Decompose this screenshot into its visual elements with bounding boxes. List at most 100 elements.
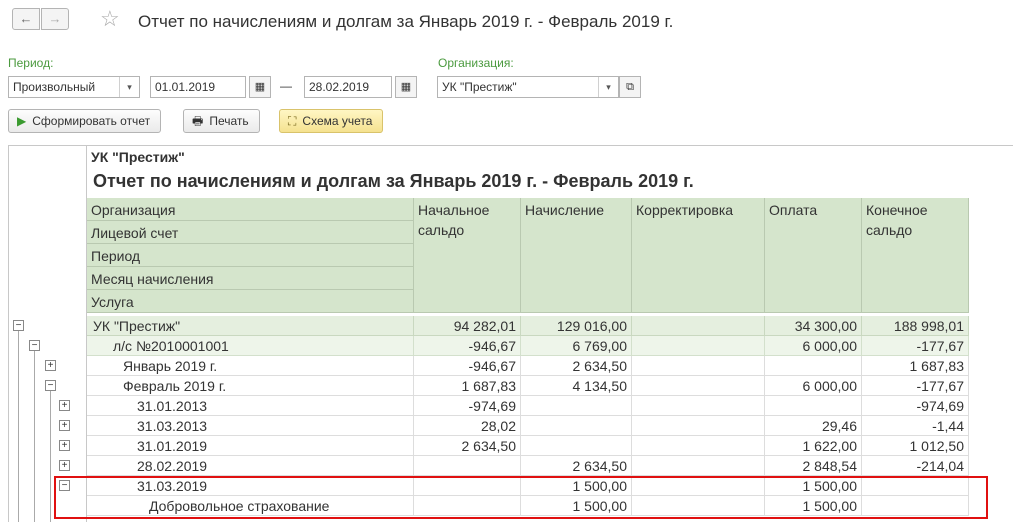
calendar-icon[interactable]: ▦: [249, 76, 271, 98]
value-cell-end: -214,04: [862, 456, 969, 476]
value-cell-payment: 34 300,00: [765, 316, 862, 336]
play-icon: ▶: [17, 114, 27, 128]
collapse-icon[interactable]: −: [29, 340, 40, 351]
value-cell-accrual: 1 500,00: [521, 476, 632, 496]
value-cell-payment: 1 622,00: [765, 436, 862, 456]
value-cell-start: [414, 476, 521, 496]
organization-label: Организация:: [438, 56, 514, 70]
organization-value: УК "Престиж": [442, 80, 517, 94]
value-cell-end: -177,67: [862, 376, 969, 396]
value-cell-accrual: [521, 396, 632, 416]
value-cell-end: -974,69: [862, 396, 969, 416]
column-header: Начальное сальдо: [414, 198, 521, 313]
value-cell-corr: [632, 476, 765, 496]
value-cell-end: 1 687,83: [862, 356, 969, 376]
period-type-select[interactable]: Произвольный ▾: [8, 76, 140, 98]
chevron-down-icon[interactable]: ▾: [119, 77, 139, 97]
tree-connector: [34, 351, 35, 522]
calendar-icon[interactable]: ▦: [395, 76, 417, 98]
value-cell-accrual: 1 500,00: [521, 496, 632, 516]
value-cell-start: 2 634,50: [414, 436, 521, 456]
collapse-icon[interactable]: −: [59, 480, 70, 491]
value-cell-corr: [632, 356, 765, 376]
table-row[interactable]: − л/с №2010001001 -946,67 6 769,00 6 000,00-…: [9, 336, 1009, 356]
generate-report-button[interactable]: ▶ Сформировать отчет: [8, 109, 162, 133]
value-cell-corr: [632, 396, 765, 416]
date-to-input[interactable]: 28.02.2019: [304, 76, 392, 98]
value-cell-payment: [765, 356, 862, 376]
grouping-header: Период: [87, 244, 414, 267]
value-cell-payment: [765, 396, 862, 416]
collapse-icon[interactable]: −: [45, 380, 56, 391]
favorite-star-icon[interactable]: ☆: [100, 7, 120, 31]
value-cell-end: -177,67: [862, 336, 969, 356]
expand-icon[interactable]: +: [59, 440, 70, 451]
value-cell-start: -946,67: [414, 336, 521, 356]
row-label: 31.01.2019: [87, 436, 414, 456]
tree-connector: [50, 391, 51, 522]
row-label: 31.01.2013: [87, 396, 414, 416]
grouping-header: Организация: [87, 198, 414, 221]
value-cell-payment: 2 848,54: [765, 456, 862, 476]
value-cell-corr: [632, 496, 765, 516]
value-cell-payment: 29,46: [765, 416, 862, 436]
forward-button[interactable]: →: [41, 8, 69, 30]
table-row[interactable]: +31.01.2019 2 634,50 1 622,00 1 012,50: [9, 436, 1009, 456]
table-row[interactable]: − 31.03.2019 1 500,00 1 500,00: [9, 476, 1009, 496]
value-cell-payment: 1 500,00: [765, 496, 862, 516]
period-label: Период:: [8, 56, 54, 70]
column-header: Начисление: [521, 198, 632, 313]
back-button[interactable]: ←: [12, 8, 40, 30]
title-bar: ← → ☆ Отчет по начислениям и долгам за Я…: [0, 0, 1013, 46]
value-cell-end: 188 998,01: [862, 316, 969, 336]
report-organization-title: УК "Престиж": [91, 149, 185, 165]
expand-icon[interactable]: +: [59, 460, 70, 471]
print-button[interactable]: 🖶 Печать: [183, 109, 260, 133]
table-row[interactable]: − УК "Престиж" 94 282,01 129 016,00 34 300,0…: [9, 316, 1009, 336]
value-cell-corr: [632, 336, 765, 356]
value-cell-accrual: [521, 436, 632, 456]
expand-icon[interactable]: +: [59, 400, 70, 411]
open-icon[interactable]: ⧉: [619, 76, 641, 98]
value-cell-accrual: 6 769,00: [521, 336, 632, 356]
value-cell-end: [862, 496, 969, 516]
value-cell-accrual: 129 016,00: [521, 316, 632, 336]
value-cell-payment: 1 500,00: [765, 476, 862, 496]
value-cell-start: 94 282,01: [414, 316, 521, 336]
row-label: Февраль 2019 г.: [87, 376, 414, 396]
table-row[interactable]: +28.02.2019 2 634,50 2 848,54 -214,04: [9, 456, 1009, 476]
row-label: 31.03.2019: [87, 476, 414, 496]
arrow-right-icon: →: [48, 11, 62, 26]
table-row[interactable]: + Январь 2019 г. -946,67 2 634,50 1 687,83: [9, 356, 1009, 376]
row-label: УК "Престиж": [87, 316, 414, 336]
column-header: Оплата: [765, 198, 862, 313]
chevron-down-icon[interactable]: ▾: [598, 77, 618, 97]
accounting-scheme-button[interactable]: ⛶ Схема учета: [279, 109, 384, 133]
value-cell-end: 1 012,50: [862, 436, 969, 456]
row-label: Добровольное страхование: [87, 496, 414, 516]
column-header: Конечное сальдо: [862, 198, 969, 313]
scheme-label: Схема учета: [302, 114, 373, 128]
grouping-header: Месяц начисления: [87, 267, 414, 290]
row-label: 28.02.2019: [87, 456, 414, 476]
table-row[interactable]: +31.01.2013 -974,69 -974,69: [9, 396, 1009, 416]
report-sheet[interactable]: УК "Престиж" Отчет по начислениям и долг…: [8, 145, 1013, 522]
collapse-icon[interactable]: −: [13, 320, 24, 331]
expand-icon[interactable]: +: [45, 360, 56, 371]
table-row[interactable]: − Февраль 2019 г. 1 687,83 4 134,50 6 000,00…: [9, 376, 1009, 396]
organization-select[interactable]: УК "Престиж" ▾: [437, 76, 619, 98]
value-cell-corr: [632, 436, 765, 456]
date-range-dash: —: [280, 79, 292, 93]
value-cell-accrual: 2 634,50: [521, 456, 632, 476]
value-cell-corr: [632, 416, 765, 436]
value-cell-end: -1,44: [862, 416, 969, 436]
date-from-input[interactable]: 01.01.2019: [150, 76, 246, 98]
table-row[interactable]: Добровольное страхование 1 500,00 1 500,00: [9, 496, 1009, 516]
value-cell-payment: 6 000,00: [765, 376, 862, 396]
expand-icon[interactable]: +: [59, 420, 70, 431]
date-from-value: 01.01.2019: [155, 80, 216, 94]
value-cell-corr: [632, 456, 765, 476]
table-row[interactable]: +31.03.2013 28,02 29,46 -1,44: [9, 416, 1009, 436]
report-title: Отчет по начислениям и долгам за Январь …: [93, 171, 694, 191]
value-cell-accrual: [521, 416, 632, 436]
